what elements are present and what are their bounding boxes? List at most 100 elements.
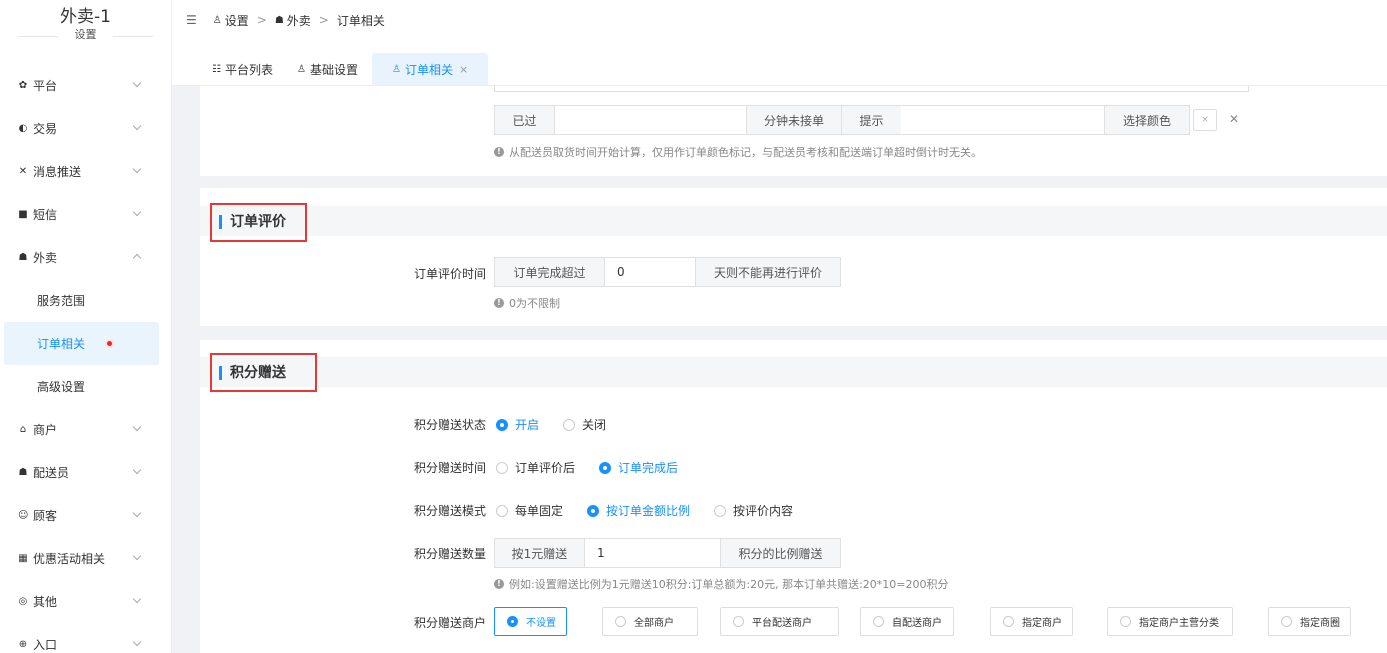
merchant-option-platform[interactable]: 平台配送商户: [720, 607, 839, 636]
points-status-label: 积分赠送状态: [413, 418, 486, 432]
radio-status-on[interactable]: 开启: [496, 416, 539, 433]
chevron-up-icon: [132, 253, 142, 263]
radio-circle: [733, 616, 744, 627]
timeout-row: 已过 分钟未接单 提示 选择颜色: [494, 105, 1190, 135]
takeout-icon: ☗: [18, 251, 28, 263]
radio-circle: [496, 461, 508, 474]
breadcrumb-item: 订单相关: [336, 13, 385, 28]
tab-label: 订单相关: [404, 62, 453, 77]
radio-time-after-review[interactable]: 订单评价后: [496, 459, 575, 476]
choose-color-button[interactable]: 选择颜色: [1104, 106, 1189, 134]
chevron-down-icon: [132, 551, 142, 561]
sidebar-item-customer[interactable]: ☺ 顾客: [0, 494, 171, 537]
sidebar-subitem-label: 订单相关: [37, 337, 86, 351]
review-suffix: 天则不能再进行评价: [695, 258, 840, 286]
amount-hint: ! 例如:设置赠送比例为1元赠送10积分:订单总额为:20元, 那本订单共赠送:…: [494, 576, 949, 592]
settings-icon: ♙: [391, 63, 401, 75]
sidebar-subitem-label: 高级设置: [37, 380, 86, 394]
radio-circle: [615, 616, 626, 627]
radio-circle: [496, 418, 508, 431]
radio-circle: [496, 504, 508, 517]
sidebar-item-label: 入口: [33, 638, 58, 652]
tip-label: 提示: [841, 106, 901, 134]
content-gutter: [172, 86, 200, 653]
breadcrumb-item[interactable]: 外卖: [287, 12, 311, 29]
chevron-down-icon: [132, 422, 142, 432]
entry-icon: ⊕: [18, 638, 28, 650]
active-dot: [107, 341, 113, 346]
sidebar-subitem-label: 服务范围: [37, 294, 86, 308]
tab-platform-list[interactable]: ☷ 平台列表: [202, 53, 283, 85]
sidebar-item-sms[interactable]: ■ 短信: [0, 193, 171, 236]
info-icon: !: [494, 298, 504, 308]
collapse-menu-icon[interactable]: ☰: [186, 13, 197, 27]
sidebar: 外卖-1 设置 ✿ 平台 ◐ 交易 ✕ 消息推送 ■ 短信 ☗ 外卖 服务范围 …: [0, 0, 172, 653]
push-icon: ✕: [18, 165, 28, 177]
tip-input[interactable]: [901, 106, 1104, 134]
sidebar-subitem-advanced[interactable]: 高级设置: [0, 365, 171, 408]
sidebar-item-other[interactable]: ◎ 其他: [0, 580, 171, 623]
amount-input[interactable]: 1: [585, 539, 720, 567]
review-section-header: [200, 206, 1387, 236]
points-merchant-label: 积分赠送商户: [413, 616, 486, 630]
review-time-label: 订单评价时间: [413, 267, 486, 281]
highlight-box: [210, 203, 307, 242]
radio-circle: [599, 461, 612, 474]
points-mode-label: 积分赠送模式: [413, 504, 486, 518]
close-icon[interactable]: ×: [459, 63, 468, 76]
timeout-minutes-input[interactable]: [555, 106, 746, 134]
merchant-option-self[interactable]: 自配送商户: [860, 607, 954, 636]
points-section-header: [200, 357, 1387, 387]
sidebar-item-entry[interactable]: ⊕ 入口: [0, 623, 171, 653]
sidebar-item-trade[interactable]: ◐ 交易: [0, 107, 171, 150]
tab-order[interactable]: ♙ 订单相关 ×: [371, 53, 489, 85]
points-time-label: 积分赠送时间: [413, 461, 486, 475]
tab-label: 基础设置: [309, 62, 358, 77]
merchant-option-specified[interactable]: 指定商户: [990, 607, 1073, 636]
sidebar-item-takeout[interactable]: ☗ 外卖: [0, 236, 171, 279]
sidebar-subitem-order[interactable]: 订单相关: [4, 322, 159, 365]
sidebar-item-push[interactable]: ✕ 消息推送: [0, 150, 171, 193]
clear-color-icon[interactable]: ✕: [1229, 112, 1239, 126]
tab-basic-settings[interactable]: ♙ 基础设置: [287, 53, 368, 85]
radio-status-off[interactable]: 关闭: [563, 416, 606, 433]
store-icon: ⌂: [19, 423, 27, 435]
sidebar-item-label: 外卖: [33, 251, 58, 265]
highlight-box: [210, 353, 317, 392]
sidebar-item-label: 商户: [33, 423, 58, 437]
chevron-down-icon: [132, 164, 142, 174]
tab-label: 平台列表: [224, 62, 273, 77]
sidebar-item-label: 消息推送: [33, 165, 82, 179]
radio-time-after-complete[interactable]: 订单完成后: [599, 459, 678, 476]
merchant-option-all[interactable]: 全部商户: [602, 607, 698, 636]
radio-circle: [1281, 616, 1292, 627]
info-icon: !: [494, 579, 504, 589]
sidebar-item-store[interactable]: ⌂ 商户: [0, 408, 171, 451]
review-days-input[interactable]: 0: [605, 258, 695, 286]
color-swatch[interactable]: ×: [1193, 109, 1217, 131]
points-mode-radios: 每单固定 按订单金额比例 按评价内容: [496, 502, 817, 519]
radio-circle: [1120, 616, 1131, 627]
radio-mode-ratio[interactable]: 按订单金额比例: [587, 502, 690, 519]
top-header: ☰ ♙ 设置 > ☗ 外卖 > 订单相关: [172, 0, 1387, 40]
breadcrumb-separator: >: [256, 13, 267, 27]
review-time-group: 订单完成超过 0 天则不能再进行评价: [494, 257, 841, 287]
list-icon: ☷: [212, 63, 221, 75]
sidebar-subitem-service-area[interactable]: 服务范围: [0, 279, 171, 322]
tab-bar: ☷ 平台列表 ♙ 基础设置 ♙ 订单相关 ×: [172, 53, 1387, 86]
timeout-mid: 分钟未接单: [746, 106, 841, 134]
radio-circle: [563, 418, 576, 431]
merchant-option-category[interactable]: 指定商户主营分类: [1107, 607, 1233, 636]
radio-mode-review[interactable]: 按评价内容: [714, 502, 793, 519]
amount-suffix: 积分的比例赠送: [720, 539, 840, 567]
sidebar-item-courier[interactable]: ☗ 配送员: [0, 451, 171, 494]
merchant-option-district[interactable]: 指定商圈: [1268, 607, 1351, 636]
points-time-radios: 订单评价后 订单完成后: [496, 459, 702, 476]
breadcrumb-separator: >: [318, 13, 329, 27]
sidebar-item-promotion[interactable]: ▦ 优惠活动相关: [0, 537, 171, 580]
breadcrumb-item[interactable]: 设置: [225, 12, 249, 29]
merchant-option-none[interactable]: 不设置: [494, 607, 567, 636]
sidebar-item-platform[interactable]: ✿ 平台: [0, 64, 171, 107]
radio-mode-fixed[interactable]: 每单固定: [496, 502, 563, 519]
sidebar-item-label: 短信: [33, 208, 58, 222]
